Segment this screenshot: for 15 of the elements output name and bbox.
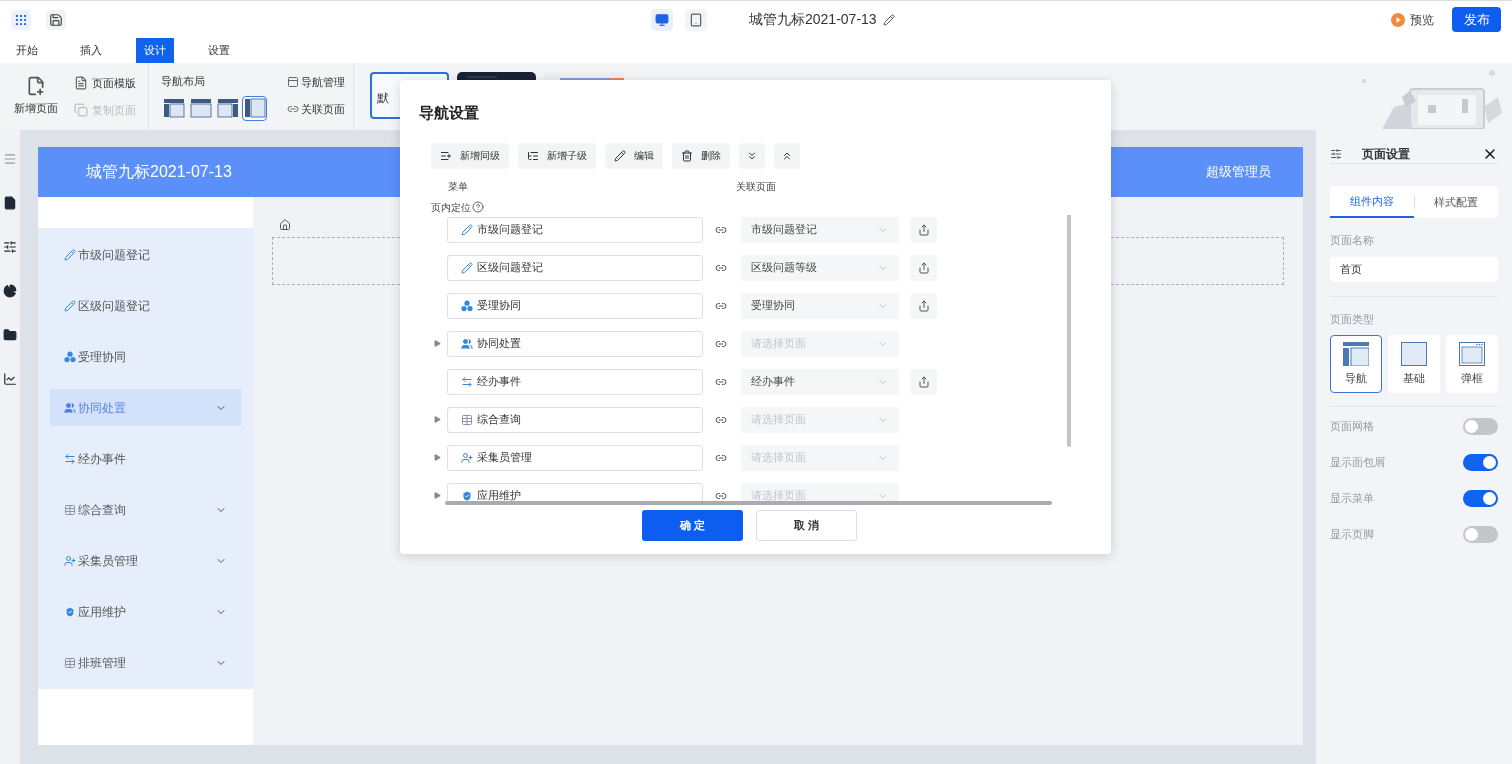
preview-title: 城管九标2021-07-13 (86, 162, 232, 182)
app-title: 城管九标2021-07-13 (749, 10, 877, 29)
user-name: 超级管理员 (1206, 163, 1271, 182)
field-label: 页面类型 (1330, 311, 1375, 327)
panel-title: 页面设置 (1362, 145, 1410, 163)
toggle-label: 页面网格 (1330, 418, 1374, 434)
toggle-label: 显示菜单 (1330, 490, 1374, 506)
toggle-label: 显示面包屑 (1330, 454, 1385, 470)
column-header: 菜单 (448, 179, 468, 194)
nav-layout-label: 导航布局 (161, 74, 206, 89)
toggle-label: 显示页脚 (1330, 526, 1374, 542)
dialog-title: 导航设置 (419, 103, 480, 123)
field-label: 页面名称 (1330, 233, 1375, 248)
column-header: 关联页面 (736, 179, 776, 194)
anchor-label: 页内定位 (431, 200, 471, 215)
